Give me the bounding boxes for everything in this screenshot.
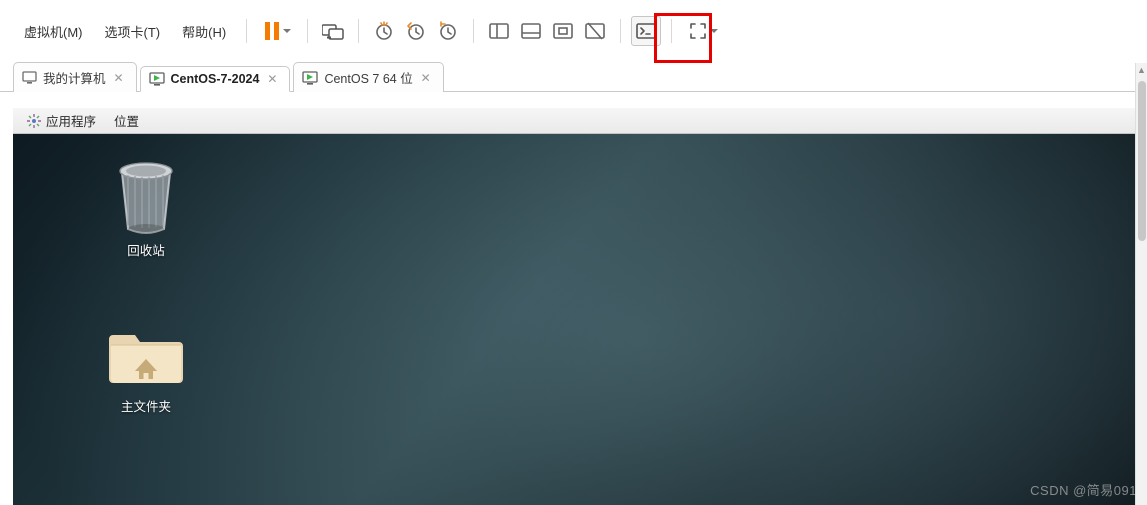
watermark-text: CSDN @简易091	[1030, 480, 1137, 499]
guest-menu-places[interactable]: 位置	[106, 108, 147, 133]
pause-icon	[264, 22, 280, 40]
send-keys-icon	[322, 22, 344, 40]
take-snapshot-button[interactable]	[369, 16, 399, 46]
console-view-button[interactable]	[631, 16, 661, 46]
tab-close-button[interactable]: ✕	[112, 71, 126, 85]
vm-running-icon	[302, 71, 318, 85]
scroll-thumb[interactable]	[1138, 81, 1146, 241]
separator	[473, 19, 474, 43]
desktop-icon-home[interactable]: 主文件夹	[101, 314, 191, 415]
tab-bar: 我的计算机 ✕ CentOS-7-2024 ✕ CentOS 7 64 位 ✕	[0, 62, 1147, 92]
console-icon	[636, 23, 656, 39]
guest-menu-label: 应用程序	[46, 111, 96, 130]
snapshot-group	[369, 16, 463, 46]
guest-desktop[interactable]: 回收站 主文件夹 CSDN @简易091	[13, 134, 1147, 505]
caret-icon	[283, 29, 291, 33]
vm-running-icon	[149, 72, 165, 86]
pause-button[interactable]	[257, 16, 297, 46]
tab-close-button[interactable]: ✕	[419, 71, 433, 85]
fullscreen-icon	[689, 22, 707, 40]
desktop-icon-label: 回收站	[101, 240, 191, 259]
menu-vm[interactable]: 虚拟机(M)	[14, 16, 93, 47]
view-group	[484, 16, 610, 46]
desktop-icon-trash[interactable]: 回收站	[101, 158, 191, 259]
view-bottom-icon	[521, 23, 541, 39]
guest-menubar: 应用程序 位置	[13, 108, 1147, 134]
view-unity-button[interactable]	[548, 16, 578, 46]
trash-icon	[101, 158, 191, 238]
vertical-scrollbar[interactable]: ▲	[1135, 63, 1147, 505]
view-sidebar-button[interactable]	[484, 16, 514, 46]
monitor-icon	[22, 71, 37, 84]
view-unity-icon	[553, 23, 573, 39]
separator	[671, 19, 672, 43]
main-toolbar: 虚拟机(M) 选项卡(T) 帮助(H)	[0, 0, 1147, 62]
view-bottom-button[interactable]	[516, 16, 546, 46]
separator	[307, 19, 308, 43]
snapshot-revert-icon	[406, 21, 426, 41]
manage-snapshot-button[interactable]	[433, 16, 463, 46]
desktop-icon-label: 主文件夹	[101, 396, 191, 415]
guest-menu-label: 位置	[114, 111, 139, 130]
menu-tabs[interactable]: 选项卡(T)	[95, 16, 171, 47]
guest-menu-applications[interactable]: 应用程序	[19, 108, 104, 133]
separator	[620, 19, 621, 43]
tab-my-computer[interactable]: 我的计算机 ✕	[13, 62, 137, 92]
view-stretch-icon	[585, 22, 605, 40]
tab-centos-2024[interactable]: CentOS-7-2024 ✕	[140, 66, 291, 92]
applications-icon	[27, 114, 41, 128]
caret-icon	[710, 29, 718, 33]
scroll-up-arrow[interactable]: ▲	[1136, 63, 1147, 77]
separator	[246, 19, 247, 43]
tab-label: CentOS 7 64 位	[324, 68, 412, 87]
tab-centos-64[interactable]: CentOS 7 64 位 ✕	[293, 62, 443, 92]
tab-label: CentOS-7-2024	[171, 72, 260, 86]
tab-close-button[interactable]: ✕	[265, 72, 279, 86]
guest-panel: 应用程序 位置 回收站	[13, 108, 1147, 505]
home-folder-icon	[101, 314, 191, 394]
tab-label: 我的计算机	[43, 68, 106, 87]
revert-snapshot-button[interactable]	[401, 16, 431, 46]
menu-help[interactable]: 帮助(H)	[172, 16, 236, 47]
view-stretch-button[interactable]	[580, 16, 610, 46]
view-sidebar-icon	[489, 23, 509, 39]
snapshot-clock-icon	[374, 21, 394, 41]
snapshot-manage-icon	[438, 21, 458, 41]
separator	[358, 19, 359, 43]
send-ctrl-alt-del-button[interactable]	[318, 16, 348, 46]
fullscreen-button[interactable]	[682, 16, 724, 46]
